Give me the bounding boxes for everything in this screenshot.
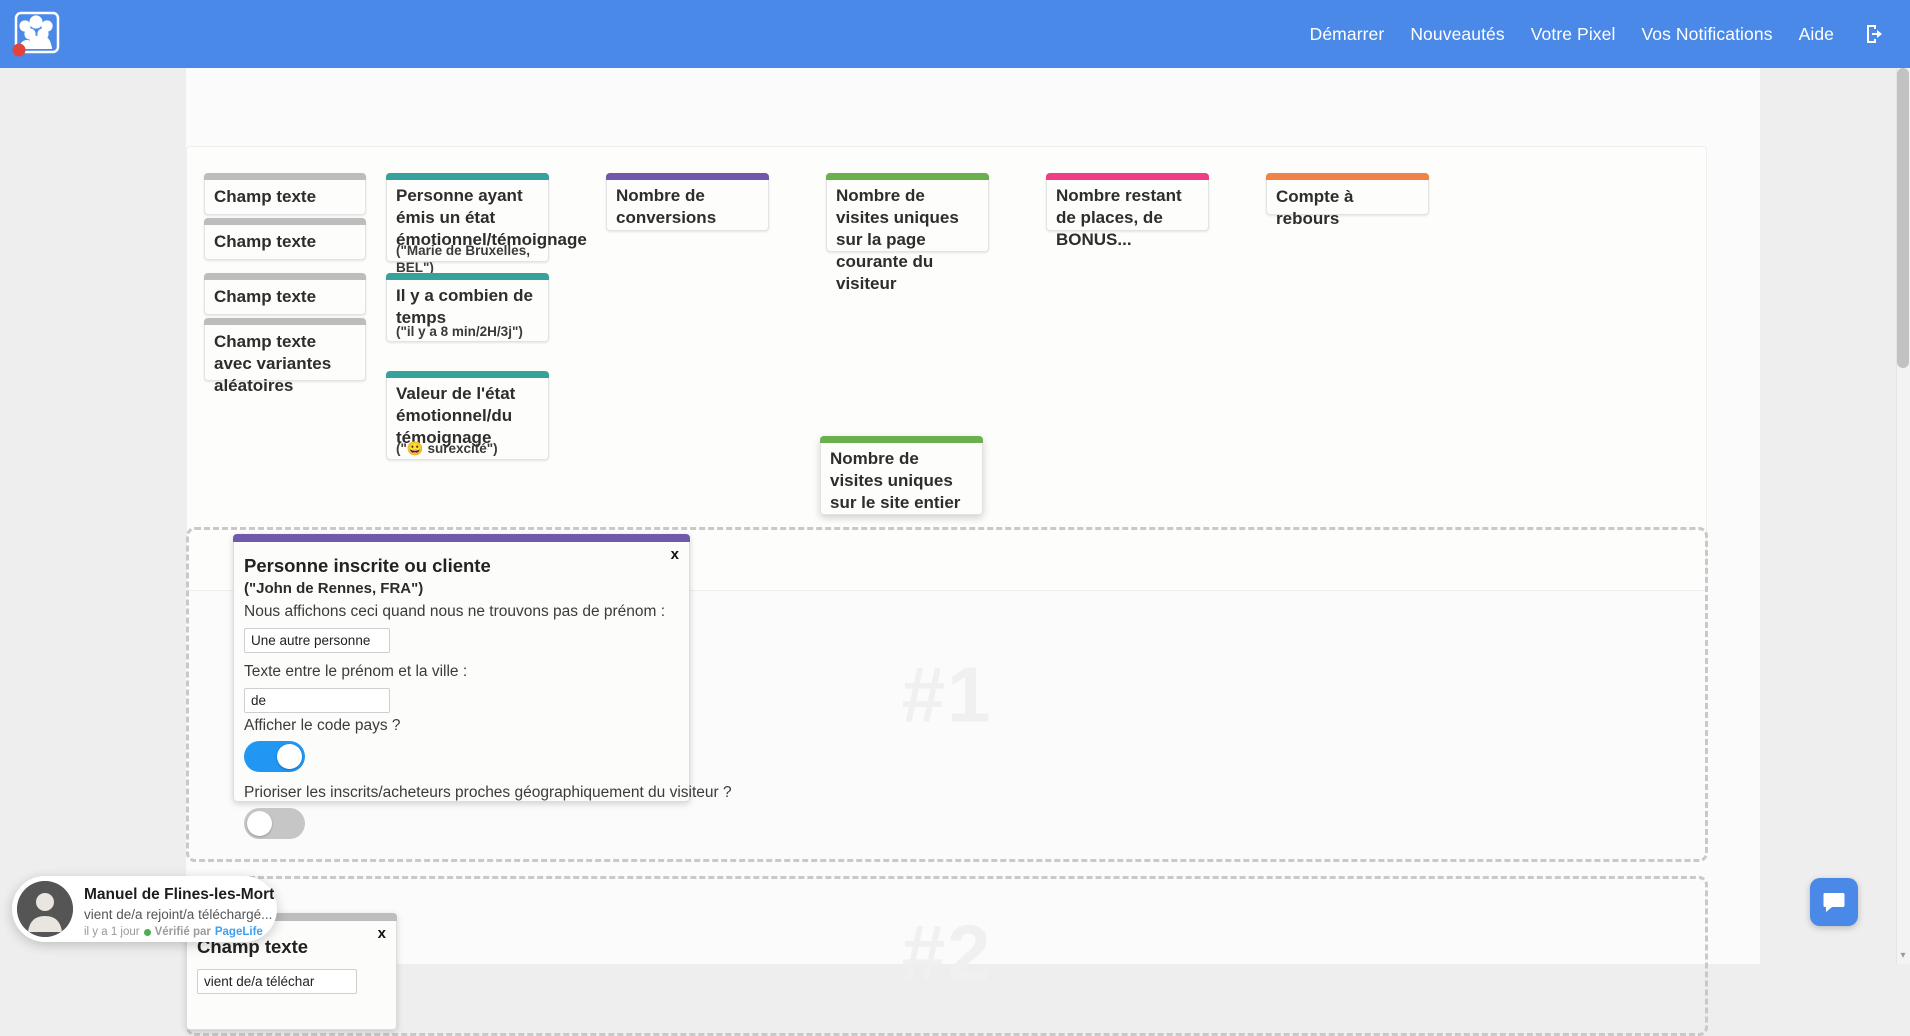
card-accent-bar bbox=[204, 218, 366, 225]
dropzone-marker: #1 bbox=[901, 650, 993, 738]
palette-card-personne-etat-emotionnel[interactable]: Personne ayant émis un état émotionnel/t… bbox=[386, 173, 587, 275]
toast-action: vient de/a rejoint/a téléchargé... bbox=[84, 907, 273, 922]
left-gutter bbox=[0, 68, 186, 964]
palette-card-champ-texte-1[interactable]: Champ texte bbox=[204, 173, 366, 215]
chevron-down-icon[interactable]: ▾ bbox=[1897, 948, 1909, 962]
card-title: Champ texte bbox=[214, 287, 317, 306]
popup-personne-inscrite: x Personne inscrite ou cliente ("John de… bbox=[233, 534, 732, 839]
toggle-show-country-code[interactable] bbox=[244, 741, 305, 772]
vertical-scrollbar[interactable]: ▾ bbox=[1896, 68, 1910, 964]
card-accent-bar bbox=[204, 273, 366, 280]
card-title: Champ texte avec variantes aléatoires bbox=[214, 332, 332, 395]
palette-card-champ-texte-3[interactable]: Champ texte bbox=[204, 273, 366, 315]
card-title: Champ texte bbox=[214, 187, 317, 206]
card-accent-bar bbox=[386, 273, 549, 280]
card-accent-bar bbox=[826, 173, 989, 180]
card-title: Nombre de visites uniques sur la page co… bbox=[836, 186, 959, 293]
nav-links: Démarrer Nouveautés Votre Pixel Vos Noti… bbox=[1310, 0, 1886, 68]
palette-card-il-y-a-combien-de-temps[interactable]: Il y a combien de temps ("il y a 8 min/2… bbox=[386, 273, 549, 342]
card-accent-bar bbox=[1266, 173, 1429, 180]
scrollbar-thumb[interactable] bbox=[1897, 68, 1909, 368]
card-accent-bar bbox=[204, 318, 366, 325]
palette-card-valeur-etat-emotionnel[interactable]: Valeur de l'état émotionnel/du témoignag… bbox=[386, 371, 549, 460]
card-title: Nombre de visites uniques sur le site en… bbox=[830, 449, 961, 512]
palette-card-nombre-restant-places[interactable]: Nombre restant de places, de BONUS... bbox=[1046, 173, 1209, 249]
nav-item-demarrer[interactable]: Démarrer bbox=[1310, 24, 1385, 45]
verified-dot-icon bbox=[143, 928, 151, 936]
label-between-text: Texte entre le prénom et la ville : bbox=[244, 663, 468, 680]
nav-item-nouveautes[interactable]: Nouveautés bbox=[1410, 24, 1504, 45]
toggle-prioritize-geo[interactable] bbox=[244, 808, 305, 839]
close-icon[interactable]: x bbox=[671, 547, 679, 562]
dropzone-2[interactable]: #2 bbox=[186, 876, 1708, 1036]
popup-title: Personne inscrite ou cliente bbox=[244, 555, 491, 576]
card-subtitle: ("😀 surexcité") bbox=[396, 441, 498, 456]
label-show-country-code: Afficher le code pays ? bbox=[244, 717, 401, 734]
logout-icon[interactable] bbox=[1864, 23, 1886, 45]
pagelife-logo[interactable] bbox=[12, 9, 62, 59]
card-accent-bar bbox=[820, 436, 983, 443]
nav-item-aide[interactable]: Aide bbox=[1799, 24, 1834, 45]
close-icon[interactable]: x bbox=[378, 926, 386, 941]
palette-card-visites-uniques-page-courante[interactable]: Nombre de visites uniques sur la page co… bbox=[826, 173, 989, 293]
card-subtitle: ("il y a 8 min/2H/3j") bbox=[396, 324, 523, 339]
card-title: Compte à rebours bbox=[1276, 187, 1354, 228]
card-accent-bar bbox=[386, 173, 549, 180]
dropzone-marker: #2 bbox=[901, 908, 993, 997]
palette-card-nombre-de-conversions[interactable]: Nombre de conversions bbox=[606, 173, 769, 231]
popup-accent-bar bbox=[233, 534, 690, 542]
page-body: Champ texte Champ texte Champ texte Cham… bbox=[0, 68, 1910, 1036]
card-accent-bar bbox=[606, 173, 769, 180]
toggle-knob bbox=[277, 744, 302, 769]
right-gutter bbox=[1760, 68, 1910, 964]
nav-item-vos-notifications[interactable]: Vos Notifications bbox=[1641, 24, 1772, 45]
nav-item-votre-pixel[interactable]: Votre Pixel bbox=[1531, 24, 1616, 45]
palette-card-compte-a-rebours[interactable]: Compte à rebours bbox=[1266, 173, 1429, 228]
between-text-input[interactable] bbox=[244, 688, 390, 713]
card-title: Nombre restant de places, de BONUS... bbox=[1056, 186, 1182, 249]
champ-texte-input[interactable] bbox=[197, 969, 357, 994]
chat-bubble-icon[interactable] bbox=[1810, 878, 1858, 926]
label-fallback-name: Nous affichons ceci quand nous ne trouvo… bbox=[244, 603, 666, 620]
social-proof-toast[interactable]: Manuel de Flines-les-Mortagne, CAN vient… bbox=[12, 876, 277, 942]
card-accent-bar bbox=[1046, 173, 1209, 180]
card-subtitle: ("Marie de Bruxelles, BEL") bbox=[396, 243, 530, 275]
fallback-name-input[interactable] bbox=[244, 628, 390, 653]
palette-card-champ-texte-variantes[interactable]: Champ texte avec variantes aléatoires bbox=[204, 318, 366, 395]
popup-sample-text: ("John de Rennes, FRA") bbox=[244, 580, 424, 597]
palette-card-champ-texte-2[interactable]: Champ texte bbox=[204, 218, 366, 260]
toast-verified-label: Vérifié par bbox=[154, 926, 211, 938]
card-title: Champ texte bbox=[214, 232, 317, 251]
user-avatar-icon bbox=[17, 881, 73, 937]
label-prioritize-geo: Prioriser les inscrits/acheteurs proches… bbox=[244, 784, 732, 801]
toast-brand-link[interactable]: PageLife bbox=[215, 926, 263, 938]
toast-name: Manuel de Flines-les-Mortagne, CAN bbox=[84, 886, 275, 903]
toast-time: il y a 1 jour bbox=[84, 926, 140, 938]
card-accent-bar bbox=[204, 173, 366, 180]
widget-palette: Champ texte Champ texte Champ texte Cham… bbox=[186, 146, 1707, 591]
card-title: Nombre de conversions bbox=[616, 186, 717, 227]
toggle-knob bbox=[247, 811, 272, 836]
card-accent-bar bbox=[386, 371, 549, 378]
top-navigation-bar: Démarrer Nouveautés Votre Pixel Vos Noti… bbox=[0, 0, 1910, 68]
toast-meta: il y a 1 jour Vérifié par PageLife bbox=[84, 926, 263, 938]
palette-card-visites-uniques-site-entier[interactable]: Nombre de visites uniques sur le site en… bbox=[820, 436, 983, 515]
